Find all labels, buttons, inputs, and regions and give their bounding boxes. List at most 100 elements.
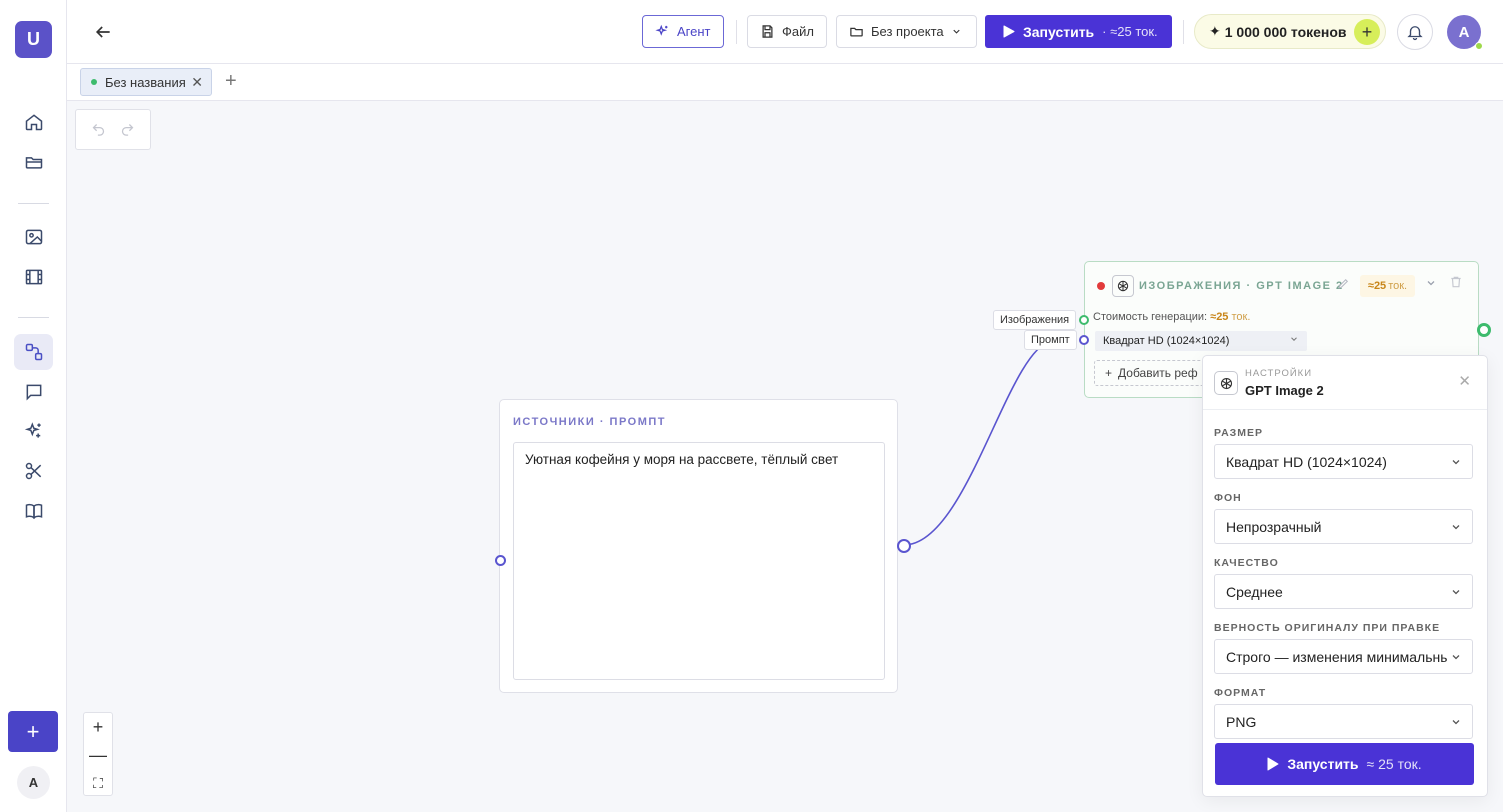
prompt-node[interactable]: ИСТОЧНИКИ · ПРОМПТ Уютная кофейня у моря… (499, 399, 898, 693)
sidebar-divider (18, 317, 49, 318)
prompt-port-label: Промпт (1024, 330, 1077, 350)
size-select[interactable]: Квадрат HD (1024×1024) (1214, 444, 1473, 479)
sparkles-icon[interactable] (14, 413, 53, 449)
background-label: ФОН (1214, 492, 1242, 504)
fidelity-select[interactable]: Строго — изменения минимальны (1214, 639, 1473, 674)
chevron-down-icon (1450, 715, 1462, 731)
folder-icon[interactable] (14, 144, 53, 180)
play-icon (1003, 25, 1015, 38)
cost-badge-unit: ток. (1388, 280, 1408, 292)
quality-value: Среднее (1226, 583, 1283, 600)
panel-run-button[interactable]: Запустить ≈ 25 ток. (1215, 743, 1474, 785)
size-value: Квадрат HD (1024×1024) (1226, 453, 1387, 470)
cost-badge-value: ≈25 (1367, 280, 1387, 292)
quality-select[interactable]: Среднее (1214, 574, 1473, 609)
chevron-down-icon (1289, 334, 1299, 347)
openai-icon (1112, 275, 1134, 297)
trash-icon[interactable] (1449, 275, 1463, 294)
edit-pencil-icon[interactable] (1337, 277, 1350, 295)
generation-cost: Стоимость генерации: ≈25 ток. (1093, 311, 1250, 323)
user-avatar[interactable]: A (17, 766, 50, 799)
images-port-label: Изображения (993, 310, 1077, 330)
add-tab-button[interactable]: + (225, 70, 237, 93)
background-value: Непрозрачный (1226, 518, 1322, 535)
project-label: Без проекта (871, 24, 944, 39)
panel-divider (1203, 409, 1487, 410)
cost-badge: ≈25 ток. (1360, 275, 1415, 297)
settings-model-name: GPT Image 2 (1245, 383, 1324, 398)
sidebar: U + A (0, 0, 67, 812)
app-logo[interactable]: U (15, 21, 52, 58)
project-dropdown[interactable]: Без проекта (836, 15, 977, 48)
save-icon (762, 25, 773, 38)
agent-button[interactable]: Агент (642, 15, 724, 48)
toolbar-divider (1183, 20, 1184, 44)
add-reference-label: Добавить реф (1118, 366, 1198, 380)
chevron-down-icon (1450, 585, 1462, 601)
top-bar: Агент Файл Без проекта Запустить · ≈25 т… (67, 0, 1503, 64)
panel-run-label: Запустить (1287, 756, 1359, 772)
scissors-icon[interactable] (14, 453, 53, 489)
online-status-dot (1475, 42, 1483, 50)
zoom-controls: + — ⛶ (83, 712, 113, 796)
format-label: ФОРМАТ (1214, 687, 1267, 699)
folder-icon (850, 27, 863, 37)
token-balance-label: 1 000 000 токенов (1224, 23, 1347, 40)
workflow-icon[interactable] (14, 334, 53, 370)
prompt-input-port[interactable] (1079, 335, 1089, 345)
generation-cost-unit: ток. (1231, 311, 1251, 323)
zoom-in-button[interactable]: + (84, 713, 112, 741)
format-select[interactable]: PNG (1214, 704, 1473, 739)
home-icon[interactable] (14, 104, 53, 140)
prompt-textarea[interactable]: Уютная кофейня у моря на рассвете, тёплы… (513, 442, 885, 680)
panel-run-cost: ≈ 25 ток. (1366, 756, 1422, 772)
chevron-down-icon[interactable] (1425, 276, 1437, 294)
back-arrow-icon[interactable] (93, 22, 113, 42)
settings-panel: НАСТРОЙКИ GPT Image 2 ✕ РАЗМЕР Квадрат H… (1202, 355, 1488, 797)
create-button[interactable]: + (8, 711, 58, 752)
plus-icon: + (1105, 366, 1113, 380)
fidelity-label: ВЕРНОСТЬ ОРИГИНАЛУ ПРИ ПРАВКЕ (1214, 622, 1441, 634)
prompt-output-port[interactable] (897, 539, 911, 553)
chevron-down-icon (1450, 520, 1462, 536)
fidelity-value: Строго — изменения минимальны (1226, 648, 1451, 665)
notifications-bell-icon[interactable] (1397, 14, 1433, 50)
generation-cost-value: ≈25 (1210, 311, 1229, 323)
close-tab-icon[interactable]: ✕ (191, 74, 203, 91)
file-button[interactable]: Файл (747, 15, 827, 48)
size-select-value: Квадрат HD (1024×1024) (1103, 335, 1230, 347)
chat-icon[interactable] (14, 374, 53, 410)
size-select[interactable]: Квадрат HD (1024×1024) (1095, 331, 1307, 351)
file-label: Файл (782, 24, 814, 39)
prompt-input-port[interactable] (495, 555, 506, 566)
background-select[interactable]: Непрозрачный (1214, 509, 1473, 544)
image-output-port[interactable] (1477, 323, 1491, 337)
chevron-down-icon (1447, 650, 1462, 666)
agent-label: Агент (677, 24, 711, 39)
run-button[interactable]: Запустить · ≈25 ток. (985, 15, 1172, 48)
saved-status-dot (91, 79, 97, 85)
fit-view-button[interactable]: ⛶ (84, 769, 112, 797)
chevron-down-icon (953, 29, 960, 34)
run-cost: · ≈25 ток. (1102, 24, 1158, 39)
status-dot (1097, 282, 1105, 290)
close-icon[interactable]: ✕ (1458, 372, 1471, 390)
openai-icon (1214, 371, 1238, 395)
zoom-out-button[interactable]: — (84, 741, 112, 769)
token-balance[interactable]: ✦ 1 000 000 токенов + (1194, 14, 1386, 49)
book-icon[interactable] (14, 493, 53, 529)
settings-subtitle: НАСТРОЙКИ (1245, 368, 1313, 379)
run-label: Запустить (1023, 23, 1095, 40)
workflow-canvas[interactable]: ИСТОЧНИКИ · ПРОМПТ Уютная кофейня у моря… (67, 101, 1503, 812)
generation-cost-label: Стоимость генерации: (1093, 311, 1208, 323)
tab-untitled[interactable]: Без названия ✕ (80, 68, 212, 96)
spark-icon: ✦ (1209, 23, 1221, 39)
image-icon[interactable] (14, 219, 53, 255)
images-input-port[interactable] (1079, 315, 1089, 325)
chevron-down-icon (1450, 455, 1462, 471)
add-tokens-button[interactable]: + (1354, 19, 1380, 45)
play-icon (1267, 757, 1279, 771)
tab-label: Без названия (105, 74, 186, 90)
format-value: PNG (1226, 713, 1257, 730)
film-icon[interactable] (14, 259, 53, 295)
